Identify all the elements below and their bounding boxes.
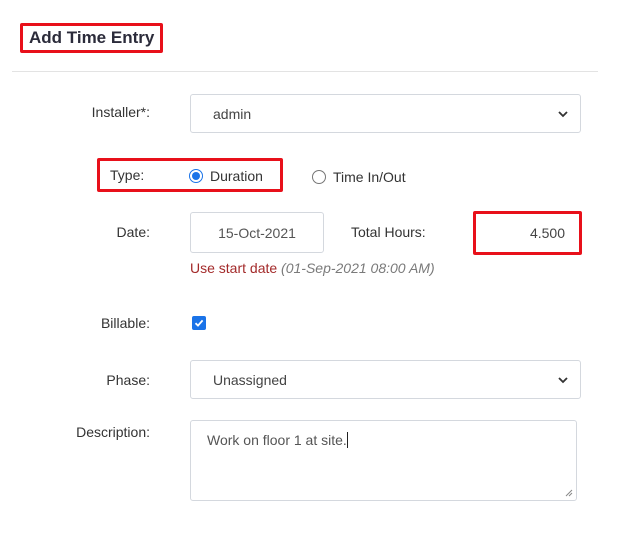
installer-value: admin — [213, 105, 252, 122]
date-label: Date: — [116, 224, 150, 240]
checkmark-icon — [194, 319, 204, 327]
phase-value: Unassigned — [213, 371, 287, 388]
total-hours-input[interactable]: 4.500 — [473, 211, 582, 255]
billable-label: Billable: — [100, 315, 150, 331]
use-start-date-link[interactable]: Use start date — [190, 260, 277, 276]
total-hours-label: Total Hours: — [351, 224, 426, 240]
installer-select[interactable]: admin — [190, 94, 581, 133]
type-option-time-in-out[interactable]: Time In/Out — [312, 169, 406, 185]
duration-radio[interactable] — [189, 169, 203, 183]
text-cursor — [346, 432, 348, 448]
installer-label: Installer*: — [91, 104, 150, 120]
resize-handle-icon[interactable] — [564, 488, 573, 497]
description-textarea[interactable]: Work on floor 1 at site. — [190, 420, 577, 501]
chevron-down-icon — [558, 111, 568, 118]
type-label: Type: — [110, 167, 145, 183]
date-input[interactable]: 15-Oct-2021 — [190, 212, 324, 253]
time-in-out-label: Time In/Out — [333, 169, 406, 185]
header-divider — [12, 71, 598, 72]
time-in-out-radio[interactable] — [312, 170, 326, 184]
page-title: Add Time Entry — [20, 23, 164, 53]
start-date-detail: (01-Sep-2021 08:00 AM) — [281, 260, 435, 276]
description-label: Description: — [76, 424, 150, 440]
type-option-duration[interactable]: Duration — [189, 168, 263, 184]
phase-label: Phase: — [106, 372, 150, 388]
billable-checkbox[interactable] — [192, 316, 206, 330]
duration-label: Duration — [210, 168, 263, 184]
description-value: Work on floor 1 at site. — [207, 432, 347, 448]
chevron-down-icon — [558, 377, 568, 384]
use-start-date-hint: Use start date (01-Sep-2021 08:00 AM) — [190, 260, 435, 276]
phase-select[interactable]: Unassigned — [190, 360, 581, 399]
